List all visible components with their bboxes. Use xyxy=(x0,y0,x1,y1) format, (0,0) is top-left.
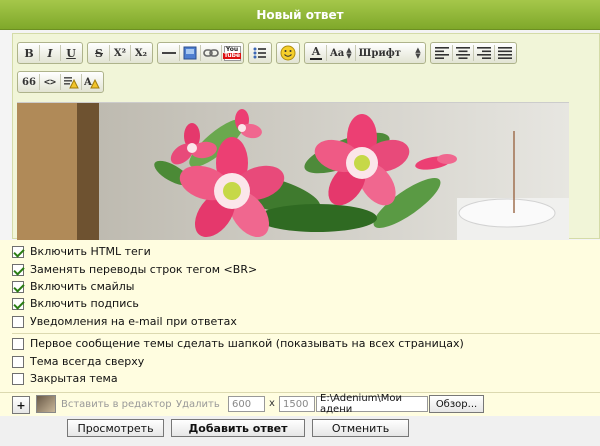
font-family-select[interactable]: Шрифт ▲ ▼ xyxy=(356,44,424,62)
align-justify-icon xyxy=(497,47,512,59)
font-color-swatch xyxy=(310,58,322,60)
strikethrough-button[interactable]: S xyxy=(89,44,109,62)
font-color-button[interactable]: A xyxy=(306,44,326,62)
flower-photo xyxy=(17,103,569,240)
underline-button[interactable]: U xyxy=(61,44,81,62)
checkbox[interactable] xyxy=(12,315,24,328)
option-br-tags[interactable]: Заменять переводы строк тегом <BR> xyxy=(12,261,257,278)
image-icon xyxy=(183,46,197,60)
bold-button[interactable]: B xyxy=(19,44,39,62)
font-size-select[interactable]: Aa ▲ ▼ xyxy=(327,44,355,62)
add-attachment-button[interactable]: + xyxy=(12,396,30,414)
smiley-group xyxy=(276,42,300,64)
quote-code-group: 66 <> A xyxy=(17,71,104,93)
checkbox[interactable] xyxy=(12,337,24,350)
italic-button[interactable]: I xyxy=(40,44,60,62)
list-group xyxy=(248,42,272,64)
option-label: Уведомления на e-mail при ответах xyxy=(30,315,237,328)
quote-button[interactable]: 66 xyxy=(19,73,39,91)
font-size-label: Aa xyxy=(330,47,345,59)
checkbox[interactable] xyxy=(12,297,24,310)
text-warning-icon xyxy=(64,77,79,89)
toolbar-row-1: B I U S X² X₂ You Tube A Aa ▲ ▼ Шрифт ▲ … xyxy=(17,41,517,65)
options-panel: Включить HTML теги Заменять переводы стр… xyxy=(0,240,600,392)
horizontal-rule-icon xyxy=(162,52,176,54)
option-label: Включить смайлы xyxy=(30,280,135,293)
option-label: Закрытая тема xyxy=(30,372,118,385)
horizontal-rule-button[interactable] xyxy=(159,44,179,62)
format-group: B I U xyxy=(17,42,83,64)
updown-arrows-icon: ▲ ▼ xyxy=(415,45,421,60)
attachment-row: + Вставить в редактор Удалить 600 x 1500… xyxy=(0,392,600,416)
list-icon xyxy=(253,47,266,59)
subscript-button[interactable]: X₂ xyxy=(131,44,151,62)
preview-button[interactable]: Просмотреть xyxy=(67,419,164,437)
editor: B I U S X² X₂ You Tube A Aa ▲ ▼ Шрифт ▲ … xyxy=(12,33,600,240)
align-center-icon xyxy=(455,47,470,59)
format-warning-icon: A xyxy=(84,77,100,89)
new-reply-form: Новый ответ B I U S X² X₂ You Tube A Aa … xyxy=(0,0,600,446)
svg-text:A: A xyxy=(84,77,92,88)
width-input[interactable]: 600 xyxy=(228,396,265,412)
option-label: Заменять переводы строк тегом <BR> xyxy=(30,263,258,276)
align-right-icon xyxy=(476,47,491,59)
checkbox[interactable] xyxy=(12,280,24,293)
option-html-tags[interactable]: Включить HTML теги xyxy=(12,243,151,260)
insert-group: You Tube xyxy=(157,42,244,64)
script-group: S X² X₂ xyxy=(87,42,153,64)
options-divider xyxy=(12,333,600,334)
option-email-notify[interactable]: Уведомления на e-mail при ответах xyxy=(12,313,237,330)
delete-link[interactable]: Удалить xyxy=(176,399,220,410)
option-label: Первое сообщение темы сделать шапкой (по… xyxy=(30,337,464,350)
cancel-button[interactable]: Отменить xyxy=(312,419,409,437)
code-button[interactable]: <> xyxy=(40,73,60,91)
insert-into-editor-link[interactable]: Вставить в редактор xyxy=(61,399,172,410)
option-pin-first-post[interactable]: Первое сообщение темы сделать шапкой (по… xyxy=(12,335,464,352)
align-left-icon xyxy=(434,47,449,59)
submit-reply-button[interactable]: Добавить ответ xyxy=(171,419,305,437)
updown-arrows-icon: ▲ ▼ xyxy=(346,45,352,60)
toolbar-row-2: 66 <> A xyxy=(17,70,104,94)
times-sign: x xyxy=(269,398,275,409)
smiley-button[interactable] xyxy=(278,44,298,62)
remove-format-button[interactable]: A xyxy=(82,73,102,91)
file-path-input[interactable]: E:\Adenium\Мои адени xyxy=(316,393,428,415)
option-signature[interactable]: Включить подпись xyxy=(12,295,139,312)
font-group: A Aa ▲ ▼ Шрифт ▲ ▼ xyxy=(304,42,426,64)
height-input[interactable]: 1500 xyxy=(279,396,315,412)
form-title: Новый ответ xyxy=(0,0,600,30)
align-left-button[interactable] xyxy=(432,44,452,62)
browse-button[interactable]: Обзор... xyxy=(429,395,484,413)
checkbox[interactable] xyxy=(12,372,24,385)
align-justify-button[interactable] xyxy=(495,44,515,62)
font-color-label: A xyxy=(311,45,321,58)
font-family-label: Шрифт xyxy=(358,47,401,59)
option-smilies[interactable]: Включить смайлы xyxy=(12,278,134,295)
youtube-button[interactable]: You Tube xyxy=(222,44,242,62)
superscript-button[interactable]: X² xyxy=(110,44,130,62)
editor-content-area[interactable] xyxy=(17,102,569,240)
list-button[interactable] xyxy=(250,44,270,62)
option-label: Включить подпись xyxy=(30,297,139,310)
youtube-icon: You Tube xyxy=(222,45,242,61)
align-center-button[interactable] xyxy=(453,44,473,62)
link-icon xyxy=(203,49,219,57)
image-button[interactable] xyxy=(180,44,200,62)
link-button[interactable] xyxy=(201,44,221,62)
action-bar: Просмотреть Добавить ответ Отменить xyxy=(0,416,600,446)
spoiler-button[interactable] xyxy=(61,73,81,91)
option-label: Включить HTML теги xyxy=(30,245,151,258)
checkbox[interactable] xyxy=(12,263,24,276)
smiley-icon xyxy=(280,45,296,61)
option-closed-topic[interactable]: Закрытая тема xyxy=(12,370,118,387)
align-right-button[interactable] xyxy=(474,44,494,62)
option-label: Тема всегда сверху xyxy=(30,355,145,368)
youtube-icon-bottom: Tube xyxy=(222,52,242,59)
align-group xyxy=(429,42,517,64)
checkbox[interactable] xyxy=(12,245,24,258)
thumbnail-icon xyxy=(36,395,56,413)
option-sticky-topic[interactable]: Тема всегда сверху xyxy=(12,353,144,370)
checkbox[interactable] xyxy=(12,355,24,368)
